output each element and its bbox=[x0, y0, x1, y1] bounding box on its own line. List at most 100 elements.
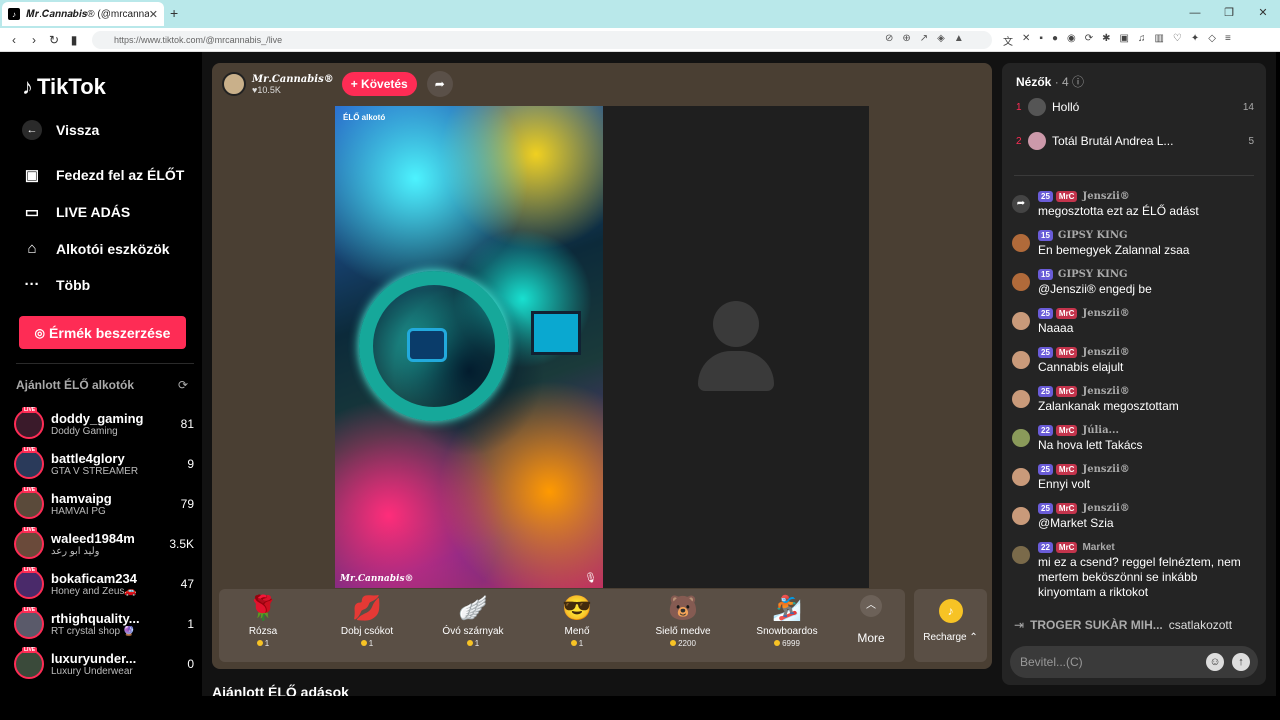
new-tab-icon[interactable]: + bbox=[170, 5, 178, 21]
alert-icon[interactable]: ▲ bbox=[954, 33, 964, 44]
viewers-header[interactable]: Nézők · 4 ⓘ bbox=[1016, 73, 1084, 90]
url-field[interactable]: https://www.tiktok.com/@mrcannabis_/live bbox=[92, 31, 992, 49]
guest-slot[interactable] bbox=[603, 106, 869, 588]
username[interactable]: Jenszii® bbox=[1082, 308, 1129, 319]
creator-item[interactable]: LIVE waleed1984m وليد ابو رعد 3.5K bbox=[14, 524, 194, 564]
chat-message[interactable]: 25 MrC Jenszii® @Market Szia bbox=[1012, 501, 1256, 531]
chat-message[interactable]: 15 GIPSY KING @Jenszii® engedj be bbox=[1012, 267, 1256, 297]
gift-item[interactable]: 💋 Dobj csókot 1 bbox=[327, 593, 407, 648]
chat-message[interactable]: 25 MrC Jenszii® Zalankanak megosztottam bbox=[1012, 384, 1256, 414]
live-badge: LIVE bbox=[22, 487, 38, 493]
share-icon[interactable]: ➦ bbox=[426, 71, 453, 97]
menu-icon[interactable]: ≡ bbox=[1225, 33, 1231, 48]
chat-input[interactable]: Bevitel...(C) ☺ ↑ bbox=[1010, 646, 1258, 678]
ext-color-icon[interactable]: ◉ bbox=[1067, 33, 1076, 48]
arrow-left-icon: ← bbox=[22, 120, 42, 140]
minimize-icon[interactable]: — bbox=[1178, 0, 1212, 28]
host-avatar[interactable] bbox=[222, 72, 246, 96]
tiktok-logo[interactable]: ♪ TikTok bbox=[22, 74, 106, 100]
nav-live-studio[interactable]: ▭ LIVE ADÁS bbox=[22, 203, 130, 221]
extension-icons: 文 ✕ ▪ ● ◉ ⟳ ✱ ▣ ♫ ▥ ♡ ✦ ◇ ≡ bbox=[1003, 33, 1231, 48]
refresh-icon[interactable]: ⟳ bbox=[178, 378, 188, 392]
ai-icon[interactable]: ✦ bbox=[1191, 33, 1199, 48]
reload-icon[interactable]: ↻ bbox=[44, 33, 64, 47]
username[interactable]: Júlia... bbox=[1082, 425, 1119, 436]
username[interactable]: Jenszii® bbox=[1082, 503, 1129, 514]
username[interactable]: GIPSY KING bbox=[1058, 230, 1128, 241]
browser-tab[interactable]: ♪ 𝑴𝒓.𝑪𝒂𝒏𝒏𝒂𝒃𝒊𝒔® (@mrcanna... ✕ bbox=[2, 2, 164, 26]
gift-item[interactable]: 😎 Menő 1 bbox=[537, 593, 617, 648]
back-icon[interactable]: ‹ bbox=[4, 33, 24, 47]
host-name[interactable]: 𝑴𝒓.𝑪𝒂𝒏𝒏𝒂𝒃𝒊𝒔® bbox=[252, 74, 334, 85]
level-badge: 22 bbox=[1038, 424, 1053, 436]
top-viewer[interactable]: 2 Totál Brutál Andrea L... 5 bbox=[1016, 129, 1254, 153]
viewers-count: · 4 bbox=[1054, 75, 1069, 89]
zoom-icon[interactable]: ⊕ bbox=[902, 33, 910, 44]
sidebar-toggle-icon[interactable]: ▥ bbox=[1154, 33, 1163, 48]
creator-item[interactable]: LIVE hamvaipg HAMVAI PG 79 bbox=[14, 484, 194, 524]
chat-message[interactable]: 22 MrC Júlia... Na hova lett Takács bbox=[1012, 423, 1256, 453]
ext-translate-icon[interactable]: 文 bbox=[1003, 33, 1013, 48]
creator-sub: RT crystal shop 🔮 bbox=[51, 626, 136, 637]
nav-more[interactable]: ··· Több bbox=[22, 276, 91, 293]
music-icon[interactable]: ♫ bbox=[1138, 33, 1146, 48]
close-window-icon[interactable]: ✕ bbox=[1246, 0, 1280, 28]
ext-refresh-icon[interactable]: ⟳ bbox=[1085, 33, 1093, 48]
join-username[interactable]: TROGER SUKÀR MIH... bbox=[1030, 618, 1163, 632]
username[interactable]: GIPSY KING bbox=[1058, 269, 1128, 280]
heart-icon[interactable]: ♡ bbox=[1173, 33, 1182, 48]
nav-creator-tools[interactable]: ⌂ Alkotói eszközök bbox=[22, 240, 169, 257]
chat-message[interactable]: 22 MrC Market mi ez a csend? reggel felnéz… bbox=[1012, 540, 1256, 600]
username[interactable]: Jenszii® bbox=[1082, 191, 1129, 202]
chat-message[interactable]: ➦ 25 MrC Jenszii® megosztotta ezt az ÉLŐ a… bbox=[1012, 189, 1256, 219]
creator-item[interactable]: LIVE battle4glory GTA V STREAMER 9 bbox=[14, 444, 194, 484]
creator-item[interactable]: LIVE rthighquality... RT crystal shop 🔮 1 bbox=[14, 604, 194, 644]
chat-message[interactable]: 25 MrC Jenszii® Ennyi volt bbox=[1012, 462, 1256, 492]
chat-message[interactable]: 25 MrC Jenszii® Naaaa bbox=[1012, 306, 1256, 336]
bookmark-icon[interactable]: ▮ bbox=[64, 33, 84, 47]
username[interactable]: Jenszii® bbox=[1082, 464, 1129, 475]
top-viewer[interactable]: 1 Holló 14 bbox=[1016, 95, 1254, 119]
creator-item[interactable]: LIVE doddy_gaming Doddy Gaming 81 bbox=[14, 404, 194, 444]
ext-box-icon[interactable]: ▣ bbox=[1120, 33, 1129, 48]
chat-message[interactable]: 25 MrC Jenszii® Cannabis elajult bbox=[1012, 345, 1256, 375]
gift-item[interactable]: 🌹 Rózsa 1 bbox=[223, 593, 303, 648]
restore-icon[interactable]: ❐ bbox=[1212, 0, 1246, 28]
kiss-icon: 💋 bbox=[352, 595, 382, 622]
creator-item[interactable]: LIVE bokaficam234 Honey and Zeus🚗 47 bbox=[14, 564, 194, 604]
username[interactable]: Jenszii® bbox=[1082, 347, 1129, 358]
chat-message[interactable]: 15 GIPSY KING En bemegyek Zalannal zsaa bbox=[1012, 228, 1256, 258]
ext-puzzle-icon[interactable]: ✱ bbox=[1102, 33, 1110, 48]
tiktok-favicon-icon: ♪ bbox=[8, 8, 20, 20]
shield-icon[interactable]: ◈ bbox=[937, 33, 945, 44]
gift-item[interactable]: 🐻 Sielő medve 2200 bbox=[643, 593, 723, 648]
ski-bear-icon: 🐻 bbox=[668, 595, 698, 622]
creator-item[interactable]: LIVE luxuryunder... Luxury Underwear 0 bbox=[14, 644, 194, 684]
translate-icon[interactable]: ⊘ bbox=[885, 33, 893, 44]
level-badge: 25 bbox=[1038, 346, 1053, 358]
follow-button[interactable]: + Követés bbox=[341, 72, 417, 96]
message-text: Ennyi volt bbox=[1038, 477, 1091, 491]
emoji-icon[interactable]: ☺ bbox=[1206, 653, 1224, 671]
recharge-button[interactable]: ♪ Recharge ⌃ bbox=[914, 589, 987, 662]
info-icon[interactable]: ⓘ bbox=[1072, 75, 1084, 89]
send-icon[interactable]: ↑ bbox=[1232, 653, 1250, 671]
nav-explore-live[interactable]: ▣ Fedezd fel az ÉLŐT bbox=[22, 166, 184, 184]
ext-x-icon[interactable]: ✕ bbox=[1022, 33, 1030, 48]
more-gifts-button[interactable]: ︿ More bbox=[849, 595, 893, 645]
gift-item[interactable]: 🏂 Snowboardos 6999 bbox=[747, 593, 827, 648]
share-page-icon[interactable]: ↗ bbox=[920, 33, 928, 44]
placeholder-avatar-icon bbox=[713, 301, 759, 347]
back-link[interactable]: ← Vissza bbox=[22, 120, 99, 140]
live-video[interactable]: ÉLŐ alkotó 𝑴𝒓.𝑪𝒂𝒏𝒏𝒂𝒃𝒊𝒔® 🎙 bbox=[335, 106, 603, 588]
gift-item[interactable]: 🪽 Óvó szárnyak 1 bbox=[433, 593, 513, 648]
close-tab-icon[interactable]: ✕ bbox=[149, 8, 158, 21]
vpn-icon[interactable]: ◇ bbox=[1208, 33, 1216, 48]
ext-circle-icon[interactable]: ● bbox=[1052, 33, 1058, 48]
username[interactable]: Jenszii® bbox=[1082, 386, 1129, 397]
earn-coins-button[interactable]: ◎ Érmék beszerzése bbox=[19, 316, 186, 349]
username[interactable]: Market bbox=[1082, 542, 1114, 553]
creator-name: hamvaipg bbox=[51, 491, 112, 506]
ext-hls-icon[interactable]: ▪ bbox=[1039, 33, 1043, 48]
forward-icon[interactable]: › bbox=[24, 33, 44, 47]
